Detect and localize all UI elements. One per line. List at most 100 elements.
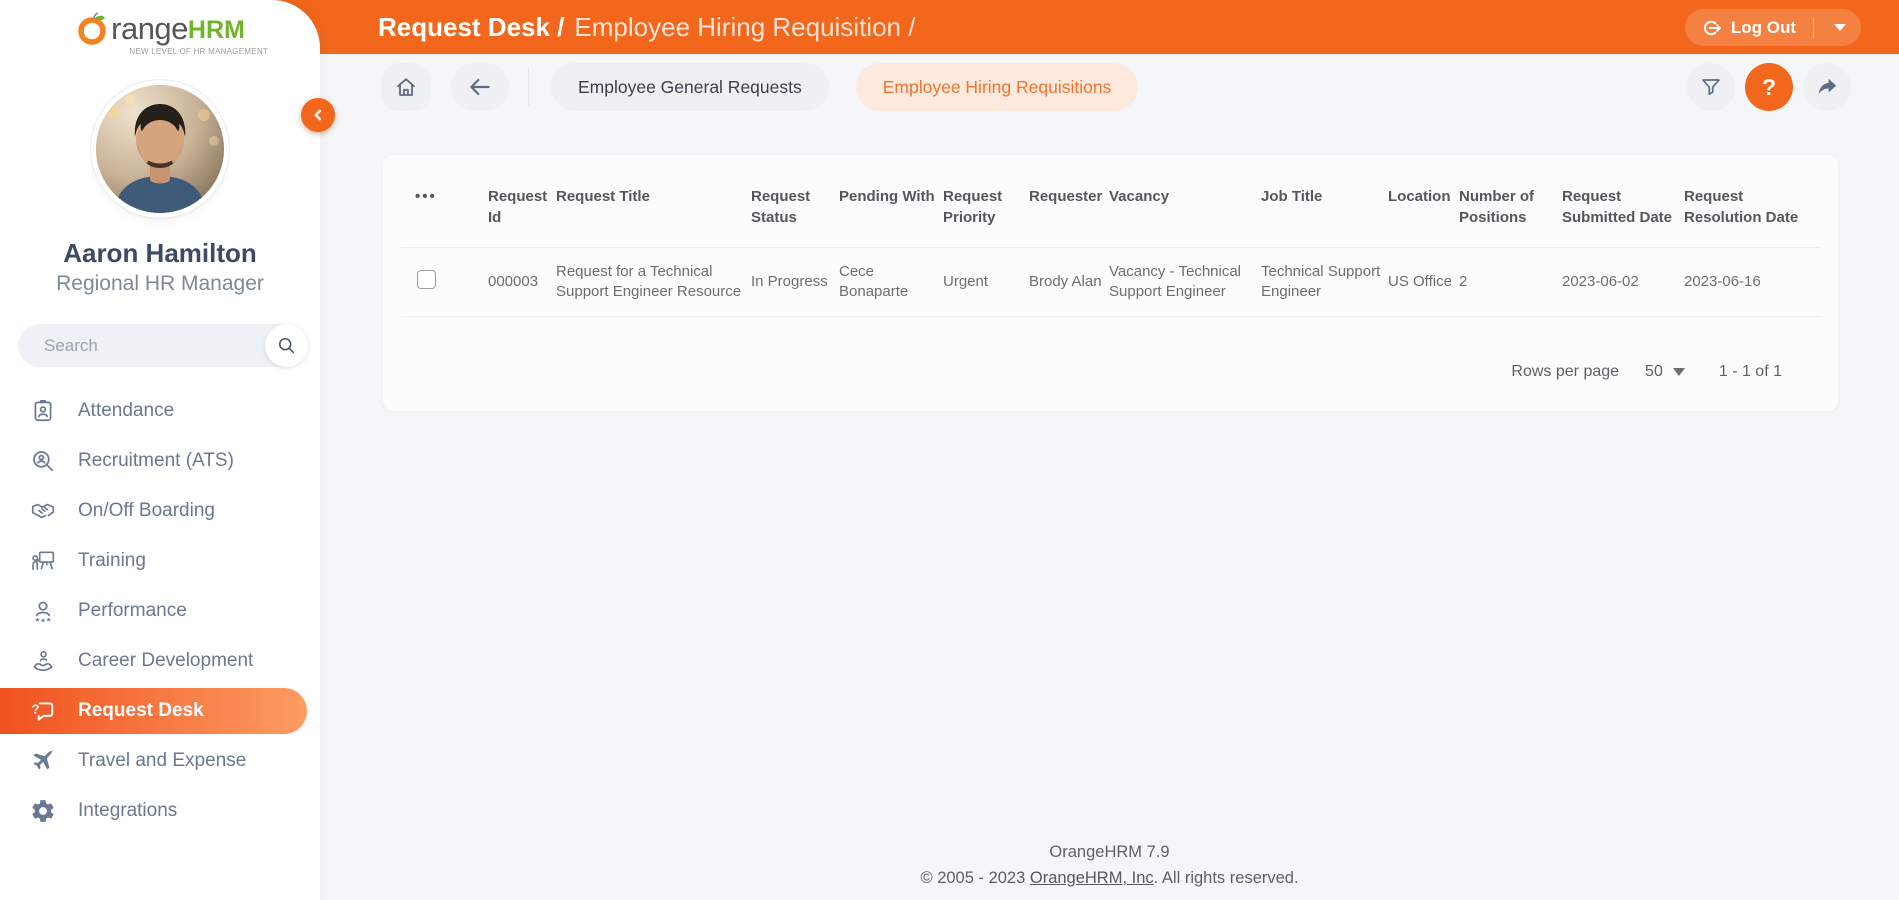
toolbar-divider — [528, 68, 529, 106]
page-title: Request Desk / — [378, 12, 564, 43]
sidebar-item-request-desk[interactable]: ? Request Desk — [0, 688, 307, 734]
sidebar-item-label: On/Off Boarding — [78, 500, 215, 522]
cell-pending-with: Cece Bonaparte — [839, 262, 943, 302]
toolbar-right: ? — [1687, 63, 1851, 111]
tab-employee-hiring-requisitions[interactable]: Employee Hiring Requisitions — [856, 63, 1139, 111]
share-button[interactable] — [1803, 63, 1851, 111]
chevron-left-icon — [309, 106, 327, 124]
copyright-suffix: . All rights reserved. — [1154, 869, 1299, 887]
sidebar-item-label: Request Desk — [78, 700, 204, 722]
col-header-job-title: Job Title — [1261, 186, 1388, 228]
sidebar-item-label: Recruitment (ATS) — [78, 450, 234, 472]
col-header-vacancy: Vacancy — [1109, 186, 1261, 228]
sidebar-item-on-off-boarding[interactable]: On/Off Boarding — [0, 486, 320, 536]
page-subtitle: Employee Hiring Requisition / — [574, 12, 915, 43]
col-header-request-title: Request Title — [556, 186, 751, 228]
career-development-icon — [30, 648, 56, 674]
col-header-request-status: Request Status — [751, 186, 839, 228]
performance-icon — [30, 598, 56, 624]
help-button[interactable]: ? — [1745, 63, 1793, 111]
col-header-requester: Requester — [1029, 186, 1109, 228]
toolbar: Employee General Requests Employee Hirin… — [381, 63, 1138, 111]
footer: OrangeHRM 7.9 © 2005 - 2023 OrangeHRM, I… — [320, 839, 1899, 891]
filter-button[interactable] — [1687, 63, 1735, 111]
question-mark-icon: ? — [1762, 74, 1776, 101]
copyright-prefix: © 2005 - 2023 — [920, 869, 1029, 887]
search-button[interactable] — [265, 324, 308, 367]
rows-per-page-select[interactable]: 50 — [1645, 363, 1685, 381]
logo-word-range: range — [111, 12, 188, 46]
sidebar-item-recruitment[interactable]: Recruitment (ATS) — [0, 436, 320, 486]
bulk-actions-menu[interactable]: ••• — [415, 186, 437, 207]
cell-requester: Brody Alan — [1029, 272, 1109, 292]
share-icon — [1814, 74, 1840, 100]
home-button[interactable] — [381, 63, 431, 111]
sidebar-item-integrations[interactable]: Integrations — [0, 786, 320, 836]
sidebar-search — [18, 324, 302, 367]
sidebar-item-training[interactable]: Training — [0, 536, 320, 586]
arrow-left-icon — [467, 74, 493, 100]
logout-dropdown-button[interactable] — [1823, 9, 1857, 46]
col-header-number-of-positions: Number of Positions — [1459, 186, 1562, 228]
sidebar-item-label: Travel and Expense — [78, 750, 246, 772]
pagination-range: 1 - 1 of 1 — [1719, 363, 1782, 381]
cell-job-title: Technical Support Engineer — [1261, 262, 1388, 302]
attendance-icon — [30, 398, 56, 424]
cell-number-of-positions: 2 — [1459, 272, 1562, 292]
tab-employee-general-requests[interactable]: Employee General Requests — [551, 63, 829, 111]
row-divider — [401, 316, 1820, 317]
chevron-down-icon — [1673, 368, 1685, 376]
col-header-pending-with: Pending With — [839, 186, 943, 228]
orangehrm-inc-link[interactable]: OrangeHRM, Inc — [1030, 869, 1154, 887]
row-checkbox[interactable] — [417, 270, 436, 289]
travel-plane-icon — [30, 748, 56, 774]
cell-request-resolution-date: 2023-06-16 — [1684, 272, 1814, 292]
sidebar: range HRM NEW LEVEL OF HR MANAGEMENT — [0, 0, 320, 900]
logout-icon — [1700, 17, 1722, 39]
footer-copyright: © 2005 - 2023 OrangeHRM, Inc. All rights… — [320, 865, 1899, 891]
sidebar-item-performance[interactable]: Performance — [0, 586, 320, 636]
col-header-request-submitted-date: Request Submitted Date — [1562, 186, 1684, 228]
onboarding-handshake-icon — [30, 498, 56, 524]
sidebar-item-label: Training — [78, 550, 146, 572]
cell-location: US Office — [1388, 272, 1459, 292]
sidebar-item-label: Performance — [78, 600, 187, 622]
svg-text:?: ? — [32, 702, 40, 717]
orangehrm-logo: range HRM NEW LEVEL OF HR MANAGEMENT — [0, 10, 320, 56]
back-button[interactable] — [451, 63, 509, 111]
filter-icon — [1699, 75, 1723, 99]
cell-request-title: Request for a Technical Support Engineer… — [556, 262, 751, 302]
sidebar-collapse-button[interactable] — [301, 98, 335, 132]
logout-button[interactable]: Log Out — [1685, 9, 1861, 46]
request-desk-icon: ? — [30, 698, 56, 724]
chevron-down-icon — [1834, 24, 1846, 31]
requisitions-table-card: ••• Request Id Request Title Request Sta… — [383, 155, 1838, 411]
cell-request-priority: Urgent — [943, 272, 1029, 292]
table-header-row: ••• Request Id Request Title Request Sta… — [383, 155, 1838, 247]
cell-request-submitted-date: 2023-06-02 — [1562, 272, 1684, 292]
logo-row: range HRM — [75, 10, 245, 46]
sidebar-item-travel-and-expense[interactable]: Travel and Expense — [0, 736, 320, 786]
cell-vacancy: Vacancy - Technical Support Engineer — [1109, 262, 1261, 302]
col-header-request-id: Request Id — [488, 186, 556, 228]
col-header-request-resolution-date: Request Resolution Date — [1684, 186, 1814, 228]
user-role: Regional HR Manager — [0, 272, 320, 296]
col-header-request-priority: Request Priority — [943, 186, 1029, 228]
breadcrumb: Request Desk / Employee Hiring Requisiti… — [378, 0, 915, 54]
cell-request-status: In Progress — [751, 272, 839, 292]
training-icon — [30, 548, 56, 574]
user-name: Aaron Hamilton — [0, 238, 320, 269]
table-row[interactable]: 000003 Request for a Technical Support E… — [383, 248, 1838, 316]
bulk-actions-cell: ••• — [415, 186, 488, 228]
sidebar-item-career-development[interactable]: Career Development — [0, 636, 320, 686]
sidebar-item-label: Integrations — [78, 800, 177, 822]
sidebar-item-attendance[interactable]: Attendance — [0, 386, 320, 436]
row-select-cell — [415, 270, 488, 295]
search-input[interactable] — [18, 324, 265, 367]
logo-word-hrm: HRM — [188, 15, 245, 46]
user-avatar — [96, 85, 224, 213]
home-icon — [394, 75, 418, 99]
sidebar-item-label: Attendance — [78, 400, 174, 422]
orange-fruit-icon — [75, 10, 111, 46]
pagination: Rows per page 50 1 - 1 of 1 — [383, 363, 1838, 411]
